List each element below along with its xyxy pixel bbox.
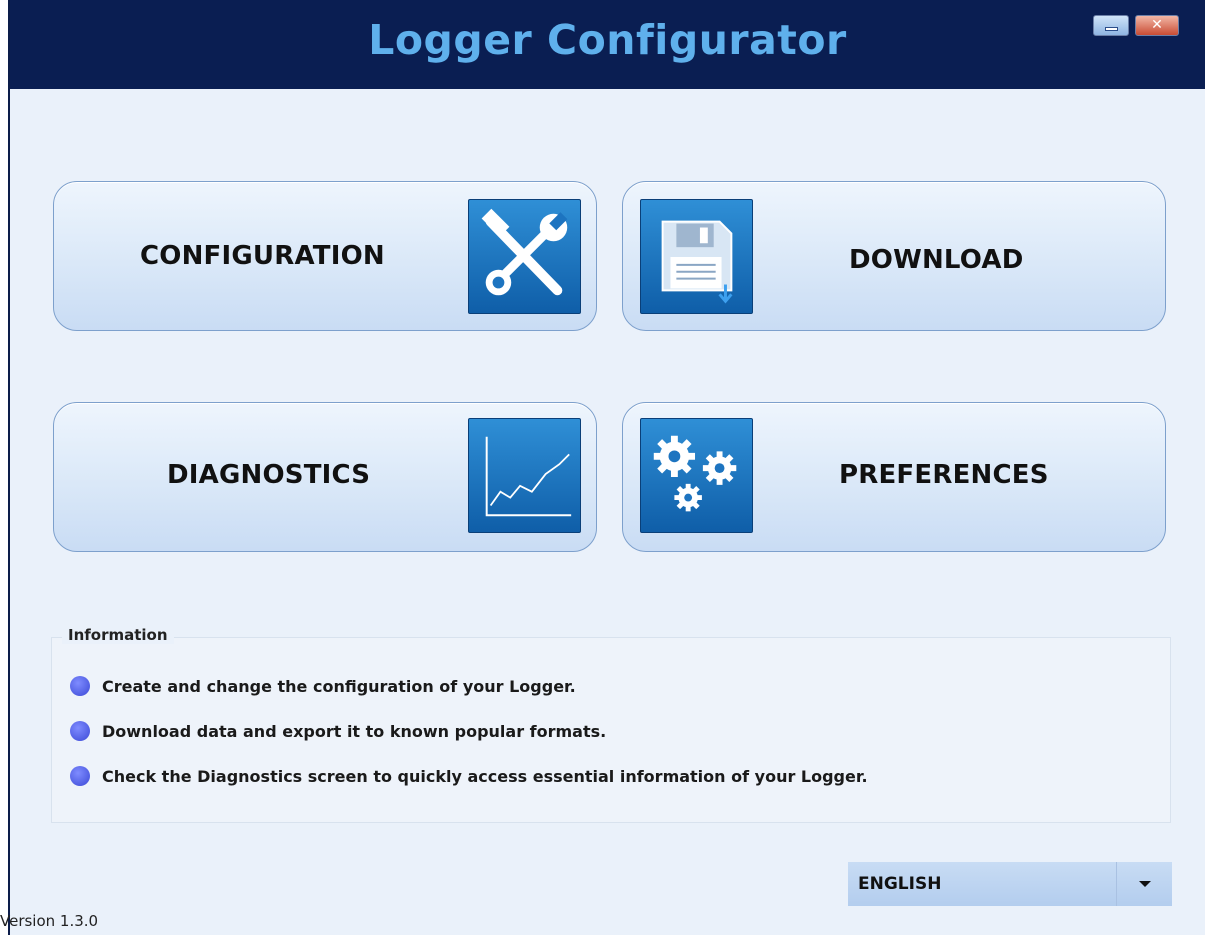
version-label: Version 1.3.0 xyxy=(0,912,99,930)
language-value: ENGLISH xyxy=(858,874,942,894)
bullet-icon xyxy=(70,675,90,696)
download-label: DOWNLOAD xyxy=(849,245,1024,275)
information-item-text: Check the Diagnostics screen to quickly … xyxy=(102,767,868,786)
close-button[interactable]: ✕ xyxy=(1135,15,1179,36)
app-window: Logger Configurator ✕ CONFIGURATION DOWN… xyxy=(8,0,1205,935)
bullet-icon xyxy=(70,765,90,786)
title-bar[interactable]: Logger Configurator ✕ xyxy=(10,0,1205,89)
download-button[interactable]: DOWNLOAD xyxy=(622,181,1166,331)
diagnostics-button[interactable]: DIAGNOSTICS xyxy=(53,402,597,552)
floppy-disk-icon xyxy=(640,199,753,314)
information-item: Create and change the configuration of y… xyxy=(70,675,576,698)
preferences-button[interactable]: PREFERENCES xyxy=(622,402,1166,552)
configuration-label: CONFIGURATION xyxy=(140,241,385,271)
information-item: Download data and export it to known pop… xyxy=(70,720,607,743)
chevron-down-icon[interactable] xyxy=(1116,862,1172,906)
configuration-button[interactable]: CONFIGURATION xyxy=(53,181,597,331)
language-select[interactable]: ENGLISH xyxy=(848,862,1172,906)
tools-icon xyxy=(468,199,581,314)
diagnostics-label: DIAGNOSTICS xyxy=(167,460,371,490)
information-item-text: Create and change the configuration of y… xyxy=(102,677,576,696)
information-item: Check the Diagnostics screen to quickly … xyxy=(70,765,868,788)
gears-icon xyxy=(640,418,753,533)
line-chart-icon xyxy=(468,418,581,533)
bullet-icon xyxy=(70,720,90,741)
information-title: Information xyxy=(62,626,174,644)
preferences-label: PREFERENCES xyxy=(839,460,1049,490)
minimize-button[interactable] xyxy=(1093,15,1129,36)
window-title: Logger Configurator xyxy=(368,16,847,64)
information-item-text: Download data and export it to known pop… xyxy=(102,722,607,741)
